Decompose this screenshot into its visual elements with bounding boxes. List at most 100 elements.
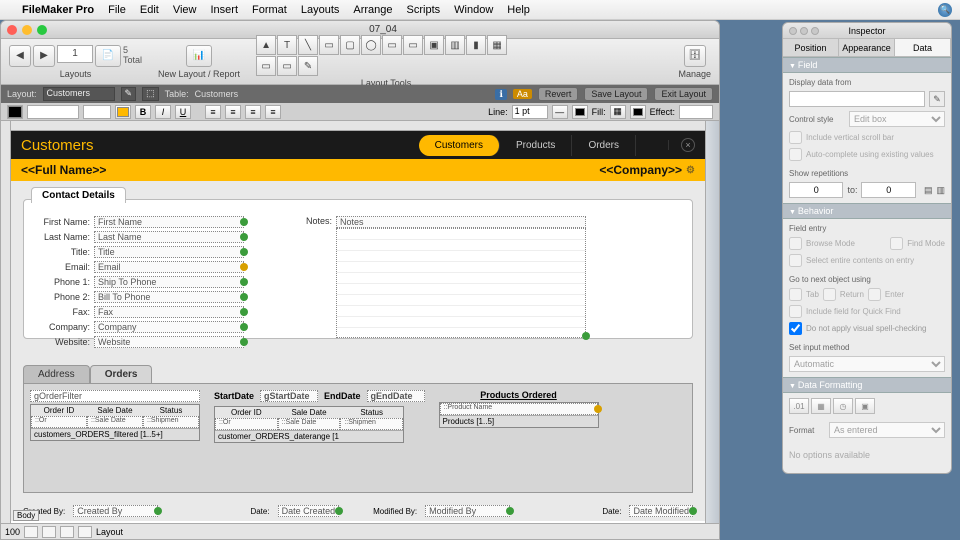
inspector-light-1[interactable] — [789, 27, 797, 35]
enddate-field[interactable]: gEndDate — [367, 390, 425, 402]
line-width-picker[interactable]: 1 pt — [512, 105, 548, 119]
pencil-icon[interactable]: ✎ — [929, 91, 945, 107]
layout-theme-button[interactable]: ⬚ — [142, 87, 159, 101]
first-name-field[interactable]: First Name — [94, 216, 244, 228]
notes-header-field[interactable]: Notes — [336, 216, 586, 228]
bold-button[interactable]: B — [135, 105, 151, 119]
company-merge[interactable]: <<Company>> — [599, 163, 682, 177]
menu-insert[interactable]: Insert — [211, 4, 239, 16]
select-contents-checkbox[interactable] — [789, 254, 802, 267]
fill-pattern-button[interactable]: ▦ — [610, 105, 626, 119]
return-checkbox[interactable] — [823, 288, 836, 301]
date-created-field[interactable]: Date Created — [278, 505, 340, 517]
inspector-tab-appearance[interactable]: Appearance — [839, 39, 895, 56]
quickfind-checkbox[interactable] — [789, 305, 802, 318]
zoom-in-button[interactable] — [42, 526, 56, 538]
italic-button[interactable]: I — [155, 105, 171, 119]
text-color-yellow[interactable] — [115, 105, 131, 119]
app-name[interactable]: FileMaker Pro — [22, 4, 94, 16]
fullname-merge[interactable]: <<Full Name>> — [21, 163, 106, 177]
prev-layout-button[interactable]: ◀ — [9, 45, 31, 67]
input-method-select[interactable]: Automatic — [789, 356, 945, 372]
inspector-section-behavior[interactable]: Behavior — [783, 203, 951, 219]
enter-checkbox[interactable] — [868, 288, 881, 301]
order-filter-field[interactable]: gOrderFilter — [30, 390, 200, 402]
new-layout-button[interactable]: 📊 — [186, 45, 212, 67]
created-by-field[interactable]: Created By — [73, 505, 158, 517]
row2-orderid[interactable]: ::Or — [215, 418, 278, 430]
row2-saledate[interactable]: ::Sale Date — [278, 418, 341, 430]
part-label-body[interactable]: Body — [13, 510, 39, 521]
layout-header[interactable]: Customers Customers Products Orders × — [11, 131, 705, 159]
info-pill-button[interactable]: ℹ — [495, 89, 506, 100]
display-data-input[interactable] — [789, 91, 925, 107]
email-field[interactable]: Email — [94, 261, 244, 273]
format-number-icon[interactable]: .01 — [789, 398, 809, 414]
spellcheck-checkbox[interactable] — [789, 322, 802, 335]
menu-help[interactable]: Help — [507, 4, 530, 16]
fill-swatch-black[interactable] — [7, 105, 23, 119]
align-right-button[interactable]: ≡ — [245, 105, 261, 119]
products-portal[interactable]: ::Product Name Products [1..5] — [439, 402, 599, 428]
phone2-field[interactable]: Bill To Phone — [94, 291, 244, 303]
contact-tab-label[interactable]: Contact Details — [31, 187, 126, 203]
tab-checkbox[interactable] — [789, 288, 802, 301]
menu-layouts[interactable]: Layouts — [301, 4, 340, 16]
pointer-tool[interactable]: ▲ — [256, 35, 276, 55]
menu-view[interactable]: View — [173, 4, 197, 16]
title-field[interactable]: Title — [94, 246, 244, 258]
font-picker[interactable] — [27, 105, 79, 119]
manage-button[interactable]: 🗄 — [684, 45, 706, 67]
exit-layout-button[interactable]: Exit Layout — [654, 87, 713, 101]
format-select[interactable]: As entered — [829, 422, 945, 438]
line-style-button[interactable]: — — [552, 105, 568, 119]
format-graphic-icon[interactable]: ▣ — [855, 398, 875, 414]
tab-tool[interactable]: ▣ — [424, 35, 444, 55]
layout-canvas[interactable]: Customers Customers Products Orders × <<… — [11, 131, 705, 523]
rect-tool[interactable]: ▭ — [319, 35, 339, 55]
format-date-icon[interactable]: ▦ — [811, 398, 831, 414]
layout-body[interactable]: Contact Details First Name:First Name La… — [11, 181, 705, 521]
orders-filtered-portal[interactable]: Order IDSale DateStatus ::Or::Sale Date:… — [30, 404, 200, 441]
phone1-field[interactable]: Ship To Phone — [94, 276, 244, 288]
control-style-select[interactable]: Edit box — [849, 111, 945, 127]
menu-edit[interactable]: Edit — [140, 4, 159, 16]
status-toggle-button[interactable] — [60, 526, 74, 538]
roundrect-tool[interactable]: ▢ — [340, 35, 360, 55]
portal-tool[interactable]: ▥ — [445, 35, 465, 55]
browse-mode-checkbox[interactable] — [789, 237, 802, 250]
mode-button[interactable] — [78, 526, 92, 538]
line-color-button[interactable] — [572, 105, 588, 119]
webview-tool[interactable]: ▦ — [487, 35, 507, 55]
company-field[interactable]: Company — [94, 321, 244, 333]
menu-arrange[interactable]: Arrange — [353, 4, 392, 16]
tab-customers[interactable]: Customers — [419, 135, 500, 156]
row-status[interactable]: ::Shipmen — [143, 416, 199, 428]
product-name-field[interactable]: ::Product Name — [440, 403, 598, 415]
window-minimize-button[interactable] — [22, 25, 32, 35]
format-painter-tool[interactable]: ✎ — [298, 56, 318, 76]
row2-status[interactable]: ::Shipmen — [340, 418, 403, 430]
orders-subpanel[interactable]: gOrderFilter Order IDSale DateStatus ::O… — [23, 383, 693, 493]
row-saledate[interactable]: ::Sale Date — [87, 416, 143, 428]
layout-subheader[interactable]: <<Full Name>> <<Company>> ⚙ — [11, 159, 705, 181]
row-orderid[interactable]: ::Or — [31, 416, 87, 428]
part-tool[interactable]: ▭ — [277, 56, 297, 76]
line-tool[interactable]: ╲ — [298, 35, 318, 55]
subtab-orders[interactable]: Orders — [90, 365, 153, 383]
tab-blank[interactable] — [636, 140, 669, 150]
effect-picker[interactable] — [679, 105, 713, 119]
fieldlabel-tool[interactable]: ▭ — [403, 35, 423, 55]
inspector-titlebar[interactable]: Inspector — [783, 23, 951, 39]
zoom-value[interactable]: 100 — [5, 527, 20, 537]
aa-pill-button[interactable]: Aa — [513, 89, 532, 99]
layout-pencil-button[interactable]: ✎ — [121, 87, 137, 101]
mode-label[interactable]: Layout — [96, 527, 123, 537]
text-tool[interactable]: T — [277, 35, 297, 55]
fax-field[interactable]: Fax — [94, 306, 244, 318]
inspector-section-field[interactable]: Field — [783, 57, 951, 73]
inspector-light-3[interactable] — [811, 27, 819, 35]
inspector-section-dataformat[interactable]: Data Formatting — [783, 377, 951, 393]
align-left-button[interactable]: ≡ — [205, 105, 221, 119]
find-mode-checkbox[interactable] — [890, 237, 903, 250]
